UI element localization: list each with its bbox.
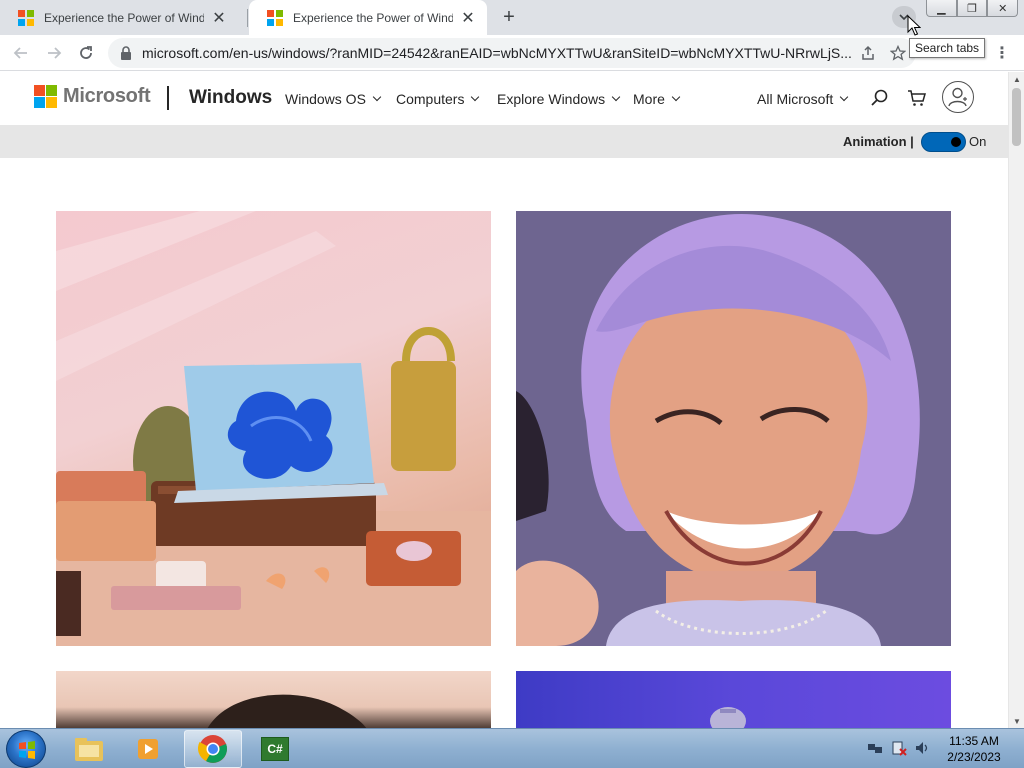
share-icon[interactable] bbox=[856, 41, 880, 65]
chevron-down-icon bbox=[671, 92, 681, 102]
microsoft-favicon-icon bbox=[267, 9, 283, 26]
system-clock[interactable]: 11:35 AM 2/23/2023 bbox=[938, 733, 1010, 765]
page-viewport: Microsoft Windows Windows OS Computers E… bbox=[0, 72, 1008, 728]
tray-action-center-icon[interactable] bbox=[890, 739, 908, 757]
mouse-cursor-icon bbox=[907, 15, 921, 36]
animation-toggle[interactable] bbox=[921, 132, 966, 152]
menu-computers[interactable]: Computers bbox=[396, 91, 480, 107]
taskbar-media-player[interactable] bbox=[120, 730, 178, 768]
forward-button[interactable] bbox=[42, 41, 66, 65]
windows-brand-link[interactable]: Windows bbox=[189, 87, 272, 109]
microsoft-favicon-icon bbox=[18, 9, 34, 26]
animation-label: Animation | bbox=[843, 134, 914, 149]
menu-more[interactable]: More bbox=[633, 91, 681, 107]
windows-taskbar: C# 11:35 AM 2/23/2023 bbox=[0, 728, 1024, 768]
site-header: Microsoft Windows Windows OS Computers E… bbox=[0, 72, 1008, 125]
taskbar-explorer[interactable] bbox=[60, 730, 118, 768]
toggle-knob bbox=[951, 137, 961, 147]
url-text: microsoft.com/en-us/windows/?ranMID=2454… bbox=[142, 45, 852, 61]
chevron-down-icon bbox=[372, 92, 382, 102]
animation-bar: Animation | On bbox=[0, 125, 1008, 158]
chevron-down-icon bbox=[839, 92, 849, 102]
window-controls: ▁ ❐ ✕ bbox=[926, 0, 1019, 18]
clock-date: 2/23/2023 bbox=[947, 750, 1001, 764]
tab-title: Experience the Power of Windows 11 bbox=[44, 10, 204, 25]
menu-label: More bbox=[633, 91, 665, 107]
browser-tab-2[interactable]: Experience the Power of Windows 11 ✕ bbox=[249, 0, 487, 35]
reload-button[interactable] bbox=[74, 41, 98, 65]
menu-label: Explore Windows bbox=[497, 91, 606, 107]
laptop-scene-image bbox=[56, 211, 491, 646]
animation-state: On bbox=[969, 134, 987, 149]
microsoft-wordmark: Microsoft bbox=[63, 85, 151, 107]
clock-time: 11:35 AM bbox=[949, 734, 999, 748]
new-tab-button[interactable]: + bbox=[497, 5, 521, 29]
arrow-right-icon bbox=[48, 47, 62, 59]
browser-tab-1[interactable]: Experience the Power of Windows 11 ✕ bbox=[0, 0, 238, 35]
star-icon[interactable] bbox=[886, 41, 910, 65]
back-button[interactable] bbox=[9, 41, 33, 65]
chevron-down-icon bbox=[471, 92, 480, 102]
media-player-icon bbox=[138, 739, 158, 759]
tab-title: Experience the Power of Windows 11 bbox=[293, 10, 453, 25]
purple-scene-image-bottom-right bbox=[516, 671, 951, 728]
microsoft-logo-icon bbox=[34, 85, 57, 108]
account-icon[interactable] bbox=[942, 81, 974, 113]
browser-menu-icon[interactable]: ⋮ bbox=[990, 41, 1014, 65]
smiling-person-image bbox=[516, 211, 951, 646]
menu-label: Windows OS bbox=[285, 91, 366, 107]
menu-label: All Microsoft bbox=[757, 91, 834, 107]
arrow-left-icon bbox=[13, 47, 27, 59]
browser-toolbar: microsoft.com/en-us/windows/?ranMID=2454… bbox=[0, 35, 1024, 71]
minimize-button[interactable]: ▁ bbox=[926, 0, 957, 17]
header-divider bbox=[167, 86, 169, 110]
menu-label: Computers bbox=[396, 91, 465, 107]
menu-windows-os[interactable]: Windows OS bbox=[285, 91, 382, 107]
chevron-down-icon bbox=[611, 92, 621, 102]
lock-icon[interactable] bbox=[120, 46, 132, 60]
search-icon[interactable] bbox=[867, 86, 891, 110]
windows-flag-icon bbox=[19, 741, 35, 759]
explorer-icon bbox=[75, 738, 103, 761]
cart-icon[interactable] bbox=[905, 86, 929, 110]
microsoft-logo[interactable]: Microsoft bbox=[34, 85, 151, 108]
chrome-icon bbox=[198, 735, 227, 763]
menu-all-microsoft[interactable]: All Microsoft bbox=[757, 91, 849, 107]
close-tab-icon[interactable]: ✕ bbox=[459, 9, 477, 27]
restore-button[interactable]: ❐ bbox=[956, 0, 988, 17]
taskbar-csharp-app[interactable]: C# bbox=[246, 730, 304, 768]
search-tabs-tooltip: Search tabs bbox=[909, 38, 986, 58]
person-image-bottom-left bbox=[56, 671, 491, 728]
browser-tab-strip: Experience the Power of Windows 11 ✕ Exp… bbox=[0, 0, 1024, 35]
scroll-up-arrow-icon[interactable]: ▲ bbox=[1009, 72, 1024, 86]
scroll-down-arrow-icon[interactable]: ▼ bbox=[1009, 714, 1024, 728]
reload-icon bbox=[80, 46, 92, 59]
csharp-icon: C# bbox=[261, 737, 289, 761]
taskbar-chrome[interactable] bbox=[184, 730, 242, 768]
tray-volume-icon[interactable] bbox=[913, 739, 931, 757]
close-window-button[interactable]: ✕ bbox=[987, 0, 1019, 17]
start-button[interactable] bbox=[6, 730, 46, 768]
page-scrollbar[interactable]: ▲ ▼ bbox=[1008, 72, 1024, 728]
menu-explore-windows[interactable]: Explore Windows bbox=[497, 91, 621, 107]
scrollbar-thumb[interactable] bbox=[1012, 88, 1021, 146]
tab-separator bbox=[247, 9, 248, 27]
close-tab-icon[interactable]: ✕ bbox=[210, 9, 228, 27]
address-bar[interactable]: microsoft.com/en-us/windows/?ranMID=2454… bbox=[108, 38, 916, 68]
tray-network-icon[interactable] bbox=[866, 739, 884, 757]
